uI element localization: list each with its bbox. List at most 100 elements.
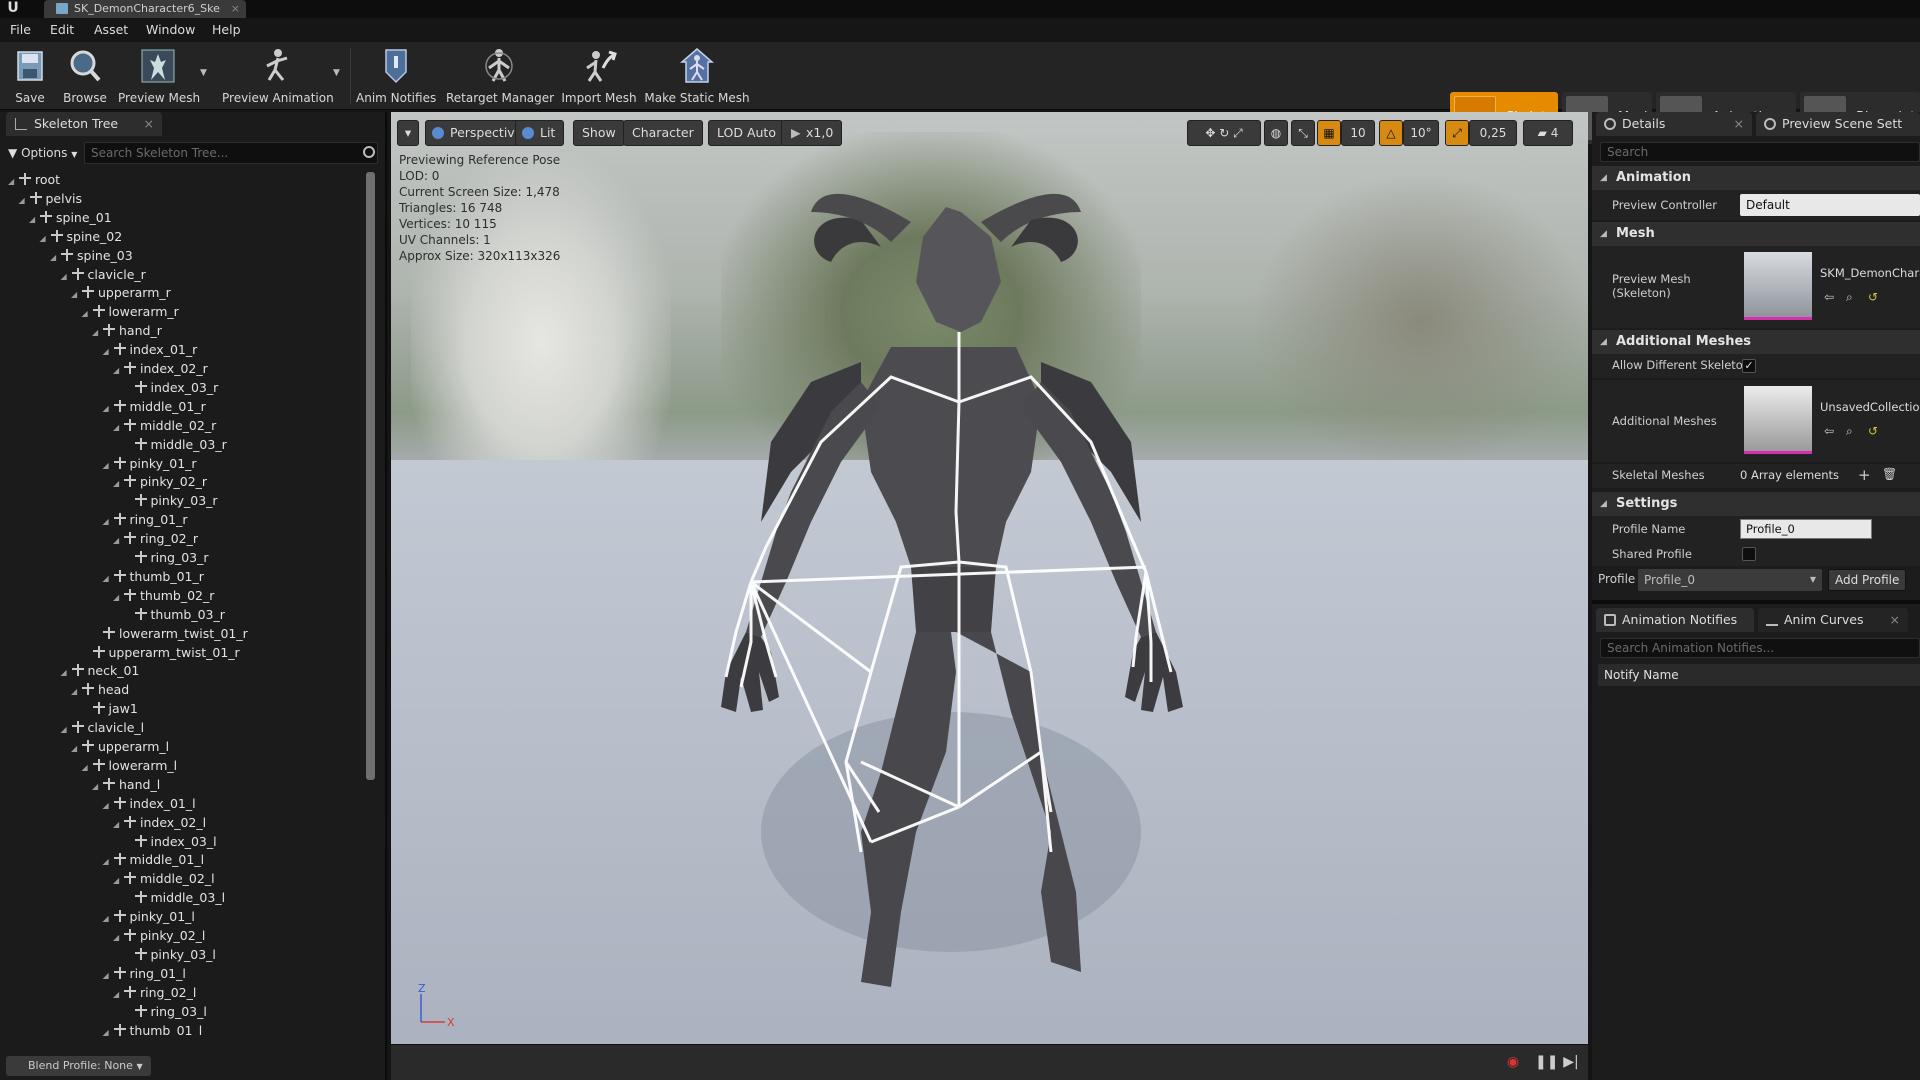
close-tab-icon[interactable]: ×	[231, 0, 240, 17]
add-profile-button[interactable]: Add Profile	[1828, 569, 1907, 591]
bone-row[interactable]: ◢ pinky_02_r	[113, 472, 207, 491]
bone-row[interactable]: upperarm_twist_01_r	[82, 643, 240, 662]
menu-file[interactable]: File	[10, 18, 31, 42]
reset-icon[interactable]: ↺	[1868, 290, 1878, 304]
bone-row[interactable]: ◢ ring_02_r	[113, 529, 198, 548]
playback-speed-button[interactable]: ▶ x1,0	[781, 120, 843, 146]
show-button[interactable]: Show	[573, 120, 625, 146]
bone-row[interactable]: jaw1	[82, 699, 138, 718]
bone-row[interactable]: ◢ upperarm_l	[71, 737, 169, 756]
unreal-logo-icon[interactable]: U	[2, 0, 24, 18]
bone-row[interactable]: ◢ lowerarm_r	[82, 302, 179, 321]
expand-arrow-icon[interactable]: ◢	[50, 248, 60, 267]
bone-row[interactable]: ◢ ring_01_r	[103, 510, 188, 529]
expand-arrow-icon[interactable]: ◢	[61, 720, 71, 739]
expand-arrow-icon[interactable]: ◢	[40, 229, 50, 248]
bone-row[interactable]: ◢ head	[71, 680, 129, 699]
rotation-snap-toggle[interactable]: △	[1379, 120, 1403, 146]
additional-meshes-category[interactable]: Additional Meshes	[1592, 330, 1920, 354]
expand-arrow-icon[interactable]: ◢	[19, 191, 29, 210]
make-static-mesh-button[interactable]: Make Static Mesh	[644, 46, 750, 108]
options-dropdown[interactable]: ▼ Options ▼	[8, 143, 77, 163]
mesh-category[interactable]: Mesh	[1592, 222, 1920, 246]
bone-row[interactable]: ◢ upperarm_r	[71, 283, 171, 302]
close-tab-icon[interactable]: ×	[1890, 608, 1900, 632]
bone-row[interactable]: ◢ index_02_r	[113, 359, 208, 378]
bone-row[interactable]: ◢ thumb_01_r	[103, 567, 204, 586]
expand-arrow-icon[interactable]: ◢	[71, 682, 81, 701]
search-icon[interactable]	[363, 146, 375, 158]
expand-arrow-icon[interactable]: ◢	[82, 758, 92, 777]
bone-row[interactable]: ◢ middle_02_r	[113, 416, 216, 435]
preview-mesh-thumbnail[interactable]	[1744, 252, 1812, 320]
bone-row[interactable]: ◢ clavicle_l	[61, 718, 145, 737]
browse-button[interactable]: Browse	[60, 46, 110, 108]
expand-arrow-icon[interactable]: ◢	[113, 474, 123, 493]
expand-arrow-icon[interactable]: ◢	[113, 361, 123, 380]
document-tab[interactable]: SK_DemonCharacter6_Ske ×	[44, 0, 246, 18]
browse-icon[interactable]: ⌕	[1846, 290, 1853, 305]
expand-arrow-icon[interactable]: ◢	[113, 815, 123, 834]
bone-row[interactable]: lowerarm_twist_01_r	[92, 624, 248, 643]
tab-preview-scene-settings[interactable]: Preview Scene Sett	[1756, 112, 1920, 136]
reset-icon[interactable]: ↺	[1868, 424, 1878, 438]
add-element-icon[interactable]: +	[1858, 466, 1871, 484]
expand-arrow-icon[interactable]: ◢	[103, 796, 113, 815]
expand-arrow-icon[interactable]: ◢	[103, 342, 113, 361]
menu-help[interactable]: Help	[212, 18, 241, 42]
bone-row[interactable]: ◢ pinky_02_l	[113, 926, 205, 945]
shared-profile-checkbox[interactable]	[1742, 547, 1756, 561]
bone-row[interactable]: ring_03_r	[124, 548, 209, 567]
character-button[interactable]: Character	[623, 120, 703, 146]
world-local-toggle[interactable]: ◍	[1264, 120, 1288, 146]
bone-row[interactable]: ◢ neck_01	[61, 661, 140, 680]
skeleton-search-input[interactable]	[84, 142, 378, 164]
close-tab-icon[interactable]: ×	[144, 112, 154, 136]
expand-arrow-icon[interactable]: ◢	[103, 569, 113, 588]
notifies-search-input[interactable]: Search Animation Notifies...	[1600, 638, 1920, 658]
bone-row[interactable]: ◢ ring_01_l	[103, 964, 186, 983]
expand-arrow-icon[interactable]: ◢	[103, 399, 113, 418]
notify-name-column-header[interactable]: Notify Name	[1598, 664, 1920, 686]
bone-row[interactable]: middle_03_r	[124, 435, 227, 454]
preview-animation-button[interactable]: Preview Animation	[222, 46, 334, 108]
bone-row[interactable]: ◢ ring_02_l	[113, 983, 196, 1002]
expand-arrow-icon[interactable]: ◢	[103, 1023, 113, 1037]
camera-speed-button[interactable]: ▰ 4	[1523, 120, 1573, 146]
tab-animation-notifies[interactable]: Animation Notifies	[1596, 608, 1754, 632]
bone-row[interactable]: ◢ spine_03	[50, 246, 133, 265]
bone-row[interactable]: pinky_03_r	[124, 491, 218, 510]
expand-arrow-icon[interactable]: ◢	[29, 210, 39, 229]
expand-arrow-icon[interactable]: ◢	[103, 852, 113, 871]
expand-arrow-icon[interactable]: ◢	[92, 777, 102, 796]
menu-window[interactable]: Window	[146, 18, 195, 42]
tab-skeleton-tree[interactable]: Skeleton Tree ×	[6, 112, 162, 136]
preview-viewport[interactable]: ▾ Perspective Lit Show Character LOD Aut…	[391, 112, 1588, 1080]
scale-snap-value[interactable]: 0,25	[1469, 120, 1517, 146]
bone-row[interactable]: ◢ index_01_r	[103, 340, 198, 359]
bone-row[interactable]: ◢ lowerarm_l	[82, 756, 178, 775]
trash-icon[interactable]: 🗑	[1882, 467, 1897, 481]
browse-icon[interactable]: ⌕	[1846, 424, 1853, 439]
expand-arrow-icon[interactable]: ◢	[92, 323, 102, 342]
bone-row[interactable]: ◢ pinky_01_r	[103, 454, 197, 473]
expand-arrow-icon[interactable]: ◢	[61, 267, 71, 286]
preview-mesh-button[interactable]: Preview Mesh	[118, 46, 200, 108]
bone-row[interactable]: ◢ hand_l	[92, 775, 160, 794]
use-selected-icon[interactable]: ⇦	[1824, 424, 1834, 438]
preview-animation-dropdown-icon[interactable]: ▼	[333, 68, 340, 78]
anim-notifies-button[interactable]: Anim Notifies	[356, 46, 436, 108]
bone-row[interactable]: ◢ root	[8, 170, 60, 189]
bone-row[interactable]: middle_03_l	[124, 888, 225, 907]
viewport-options-dropdown[interactable]: ▾	[397, 120, 419, 146]
bone-row[interactable]: ◢ clavicle_r	[61, 265, 146, 284]
preview-controller-dropdown[interactable]: Default	[1740, 194, 1920, 216]
tab-details[interactable]: Details ×	[1596, 112, 1752, 136]
menu-asset[interactable]: Asset	[94, 18, 128, 42]
close-tab-icon[interactable]: ×	[1734, 112, 1744, 136]
expand-arrow-icon[interactable]: ◢	[71, 739, 81, 758]
bone-row[interactable]: ◢ index_02_l	[113, 813, 206, 832]
profile-dropdown[interactable]: Profile_0 ▼	[1638, 569, 1822, 591]
bone-row[interactable]: thumb_03_r	[124, 605, 225, 624]
expand-arrow-icon[interactable]: ◢	[113, 985, 123, 1004]
